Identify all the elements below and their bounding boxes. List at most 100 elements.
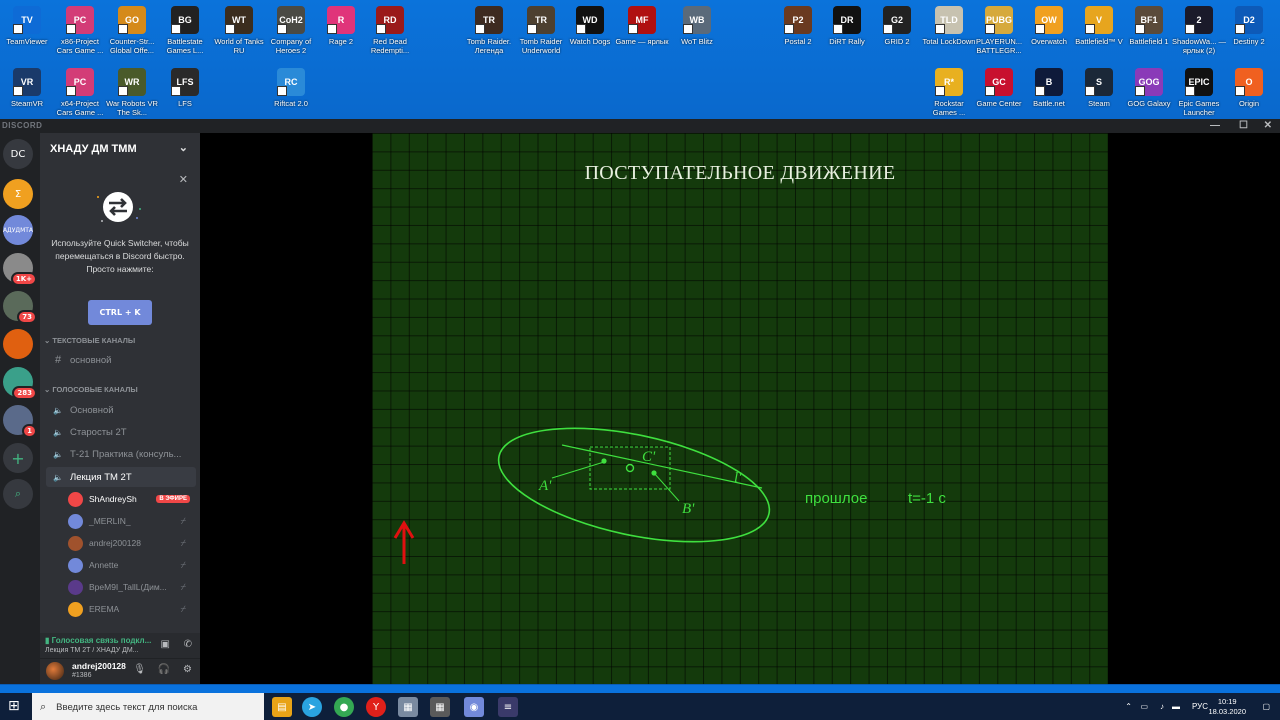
desktop-shortcut-r1-9[interactable]: TR Tomb Raider Underworld: [514, 6, 568, 55]
search-box[interactable]: ⌕ Введите здесь текст для поиска: [32, 693, 264, 720]
close-icon[interactable]: ✕: [179, 173, 188, 186]
desktop-shortcut-r1-13[interactable]: P2 Postal 2: [771, 6, 825, 46]
taskbar-strip: [0, 685, 1280, 693]
battery-icon[interactable]: ▬: [1172, 702, 1180, 711]
shortcut-icon: GOG: [1135, 68, 1163, 96]
desktop-shortcut-r1-2[interactable]: GO Counter-Str... Global Offe...: [105, 6, 159, 55]
notifications-icon[interactable]: ▢: [1262, 702, 1270, 711]
desktop-shortcut-r1-5[interactable]: CoH2 Company of Heroes 2: [264, 6, 318, 55]
maximize-icon[interactable]: ☐: [1239, 120, 1248, 131]
desktop-shortcut-r1-20[interactable]: BF1 Battlefield 1: [1122, 6, 1176, 46]
desktop-shortcut-r2-3[interactable]: LFS LFS: [158, 68, 212, 108]
file-explorer-icon[interactable]: ▤: [272, 697, 292, 717]
screen-share-icon[interactable]: ▣: [161, 639, 170, 650]
desktop-shortcut-r1-6[interactable]: R Rage 2: [314, 6, 368, 46]
desktop-shortcut-r1-12[interactable]: WB WoT Blitz: [670, 6, 724, 46]
minimize-icon[interactable]: —: [1210, 120, 1220, 131]
gear-icon[interactable]: ⚙: [183, 664, 192, 675]
shortcut-icon: V: [1085, 6, 1113, 34]
volume-icon[interactable]: ♪: [1160, 702, 1164, 711]
clock[interactable]: 10:19 18.03.2020: [1208, 697, 1246, 717]
desktop-shortcut-r1-11[interactable]: MF Game — ярлык: [615, 6, 669, 46]
calculator-icon[interactable]: ▦: [430, 697, 450, 717]
desktop-shortcut-r1-3[interactable]: BG Battlestate Games L...: [158, 6, 212, 55]
voice-user-0[interactable]: ShAndreySh В ЭФИРЕ: [68, 489, 192, 509]
desktop-shortcut-r1-14[interactable]: DR DiRT Rally: [820, 6, 874, 46]
server-icon-0[interactable]: DC: [3, 139, 33, 169]
user-tag: #1386: [72, 672, 92, 679]
close-icon[interactable]: ✕: [1264, 120, 1272, 131]
desktop-shortcut-r1-10[interactable]: WD Watch Dogs: [563, 6, 617, 46]
chevron-up-icon[interactable]: ⌃: [1125, 702, 1132, 711]
voice-channel-1[interactable]: 🔈 Старосты 2Т: [46, 422, 196, 442]
desktop-shortcut-r2-4[interactable]: RC Riftcat 2.0: [264, 68, 318, 108]
network-icon[interactable]: ▭: [1140, 702, 1148, 711]
language-indicator[interactable]: РУС: [1192, 702, 1208, 711]
desktop-shortcut-r1-15[interactable]: G2 GRID 2: [870, 6, 924, 46]
desktop-shortcut-r1-16[interactable]: TLD Total LockDown: [922, 6, 976, 46]
shortcut-icon: GO: [118, 6, 146, 34]
headphones-icon[interactable]: 🎧: [158, 664, 170, 675]
discord-taskbar-icon[interactable]: ◉: [464, 697, 484, 717]
voice-user-2[interactable]: andrej200128 ⌿: [68, 533, 192, 553]
server-icon-2[interactable]: АДУДМТА: [3, 215, 33, 245]
voice-user-name: _MERLIN_: [89, 516, 131, 526]
disconnect-call-icon[interactable]: ✆: [184, 639, 192, 650]
add-server-icon[interactable]: +: [3, 443, 33, 473]
voice-user-5[interactable]: EREMA ⌿: [68, 599, 192, 619]
desktop-shortcut-r1-18[interactable]: OW Overwatch: [1022, 6, 1076, 46]
server-icon-1[interactable]: Σ: [3, 179, 33, 209]
desktop-shortcut-r1-0[interactable]: TV TeamViewer: [0, 6, 54, 46]
speaker-icon: 🔈: [53, 405, 63, 415]
desktop-shortcut-r2-9[interactable]: GOG GOG Galaxy: [1122, 68, 1176, 108]
chrome-icon[interactable]: ●: [334, 697, 354, 717]
desktop-shortcut-r1-21[interactable]: 2 ShadowWa... — ярлык (2): [1172, 6, 1226, 55]
server-icon-7[interactable]: 1: [3, 405, 37, 438]
desktop-shortcut-r2-6[interactable]: GC Game Center: [972, 68, 1026, 108]
text-channel-main[interactable]: # основной: [46, 350, 196, 370]
ctrl-k-button[interactable]: CTRL + K: [88, 300, 152, 325]
text-channels-category[interactable]: ⌄ ТЕКСТОВЫЕ КАНАЛЫ: [44, 336, 135, 345]
stream-viewer[interactable]: ПОСТУПАТЕЛЬНОЕ ДВИЖЕНИЕ A' C' B' l' прош…: [200, 133, 1280, 684]
desktop-shortcut-r1-19[interactable]: V Battlefield™ V: [1072, 6, 1126, 46]
avatar[interactable]: [46, 662, 64, 680]
desktop-shortcut-r2-10[interactable]: EPIC Epic Games Launcher: [1172, 68, 1226, 117]
voice-channel-0[interactable]: 🔈 Основной: [46, 400, 196, 420]
desktop-shortcut-r1-7[interactable]: RD Red Dead Redempti...: [363, 6, 417, 55]
voice-user-4[interactable]: BpeM9I_TallL(Дим... ⌿: [68, 577, 192, 597]
server-icon-5[interactable]: [3, 329, 33, 359]
desktop-shortcut-r1-1[interactable]: PC x86-Project Cars Game ...: [53, 6, 107, 55]
server-icon-3[interactable]: 1K+: [3, 253, 37, 286]
voice-user-1[interactable]: _MERLIN_ ⌿: [68, 511, 192, 531]
desktop-shortcut-r2-2[interactable]: WR War Robots VR The Sk...: [105, 68, 159, 117]
windows-start-icon[interactable]: ⊞: [8, 698, 26, 716]
server-icon-6[interactable]: 283: [3, 367, 37, 400]
desktop-shortcut-r1-4[interactable]: WT World of Tanks RU: [212, 6, 266, 55]
desktop-shortcut-r2-5[interactable]: R* Rockstar Games ...: [922, 68, 976, 117]
server-label: Σ: [14, 188, 22, 200]
desktop-shortcut-r2-7[interactable]: B Battle.net: [1022, 68, 1076, 108]
search-icon: ⌕: [40, 700, 47, 713]
desktop-shortcut-r1-22[interactable]: D2 Destiny 2: [1222, 6, 1276, 46]
desktop-shortcut-r1-17[interactable]: PUBG PLAYERUN... BATTLEGR...: [972, 6, 1026, 55]
desktop-shortcut-r2-8[interactable]: S Steam: [1072, 68, 1126, 108]
server-icon-4[interactable]: 73: [3, 291, 37, 324]
voice-channels-category[interactable]: ⌄ ГОЛОСОВЫЕ КАНАЛЫ: [44, 385, 138, 394]
voice-channel-2[interactable]: 🔈 Т-21 Практика (консуль...: [46, 444, 196, 464]
desktop-shortcut-r1-8[interactable]: TR Tomb Raider. Легенда: [462, 6, 516, 55]
yandex-browser-icon[interactable]: Y: [366, 697, 386, 717]
voice-user-3[interactable]: Annette ⌿: [68, 555, 192, 575]
chevron-down-icon[interactable]: ⌄: [179, 141, 188, 154]
server-header[interactable]: ХНАДУ ДМ ТММ ⌄: [40, 133, 200, 165]
shortcut-label: Tomb Raider. Легенда: [466, 37, 512, 55]
telegram-icon[interactable]: ➤: [302, 697, 322, 717]
app-icon[interactable]: ▦: [398, 697, 418, 717]
mic-muted-icon[interactable]: 🎙: [133, 664, 146, 675]
desktop-shortcut-r2-11[interactable]: O Origin: [1222, 68, 1276, 108]
desktop-shortcut-r2-1[interactable]: PC x64-Project Cars Game ...: [53, 68, 107, 117]
desktop-shortcut-r2-0[interactable]: VR SteamVR: [0, 68, 54, 108]
project-cars-taskbar-icon[interactable]: ≡: [498, 697, 518, 717]
explore-servers-icon[interactable]: ⌕: [3, 479, 33, 509]
shortcut-icon: PC: [66, 68, 94, 96]
voice-channel-3[interactable]: 🔈 Лекция ТМ 2Т: [46, 467, 196, 487]
